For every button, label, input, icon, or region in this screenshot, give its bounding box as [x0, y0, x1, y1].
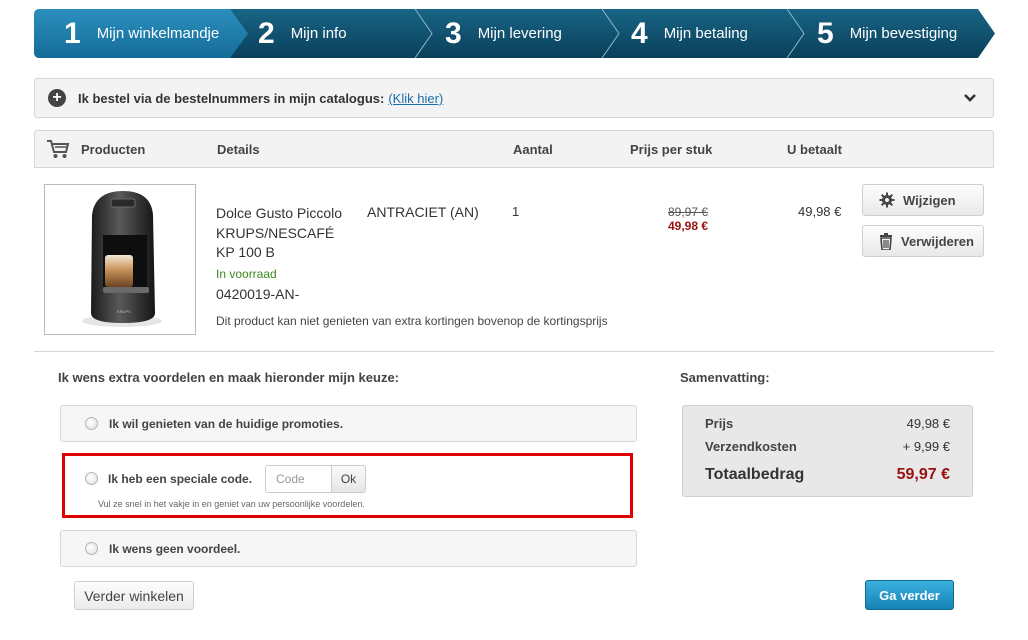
code-ok-button[interactable]: Ok [331, 465, 366, 493]
continue-shopping-button[interactable]: Verder winkelen [74, 581, 194, 610]
summary-total-value: 59,97 € [896, 466, 950, 483]
header-details: Details [217, 142, 260, 157]
header-unit-price: Prijs per stuk [630, 142, 713, 157]
cart-table-header: Producten Details Aantal Prijs per stuk … [34, 130, 994, 168]
product-name-line: KP 100 B [216, 244, 275, 260]
step-number: 1 [64, 16, 81, 50]
option-no-benefit[interactable]: Ik wens geen voordeel. [60, 530, 637, 567]
radio-special-code[interactable] [85, 472, 98, 485]
cart-product-row: KRUPS Dolce Gusto Piccolo KRUPS/NESCAFÉ … [34, 168, 994, 351]
summary-price-value: 49,98 € [906, 416, 950, 431]
summary-price-row: Prijs 49,98 € [705, 416, 950, 431]
product-name-line: KRUPS/NESCAFÉ [216, 224, 335, 241]
catalog-order-text: Ik bestel via de bestelnummers in mijn c… [78, 90, 385, 106]
step-cart[interactable]: 1 Mijn winkelmandje [64, 9, 219, 58]
gear-icon [879, 192, 895, 208]
header-products: Producten [81, 142, 146, 157]
summary-shipping-value: + 9,99 € [902, 439, 950, 454]
step-number: 5 [817, 16, 834, 50]
special-code-label: Ik heb een speciale code. [108, 472, 253, 486]
product-quantity: 1 [512, 204, 520, 219]
order-summary: Prijs 49,98 € Verzendkosten + 9,99 € Tot… [682, 405, 973, 497]
option-promotions[interactable]: Ik wil genieten van de huidige promoties… [60, 405, 637, 442]
old-price: 89,97 € [668, 205, 709, 219]
step-label: Mijn info [290, 25, 347, 42]
product-name-line: Dolce Gusto Piccolo [216, 205, 343, 221]
step-label: Mijn winkelmandje [96, 25, 220, 42]
edit-button-label: Wijzigen [903, 192, 956, 208]
step-number: 3 [445, 16, 462, 50]
summary-total-row: Totaalbedrag 59,97 € [705, 466, 950, 484]
header-quantity: Aantal [513, 142, 553, 157]
radio-no-benefit[interactable] [85, 542, 98, 555]
catalog-order-bar[interactable]: + Ik bestel via de bestelnummers in mijn… [34, 78, 994, 118]
stock-status: In voorraad [216, 267, 277, 281]
section-divider [34, 351, 994, 352]
step-number: 4 [631, 16, 648, 50]
code-input[interactable] [265, 465, 331, 493]
step-payment[interactable]: 4 Mijn betaling [631, 9, 748, 58]
product-image[interactable]: KRUPS [44, 184, 196, 335]
next-button[interactable]: Ga verder [865, 580, 954, 610]
remove-button-label: Verwijderen [901, 233, 974, 249]
product-color: ANTRACIET (AN) [367, 204, 479, 220]
radio-promotions[interactable] [85, 417, 98, 430]
step-delivery[interactable]: 3 Mijn levering [445, 9, 562, 58]
line-total: 49,98 € [798, 204, 842, 219]
plus-circle-icon: + [48, 89, 66, 107]
summary-price-label: Prijs [705, 416, 734, 431]
catalog-click-here-link[interactable]: (Klik hier) [388, 91, 443, 106]
step-label: Mijn levering [477, 25, 562, 42]
summary-shipping-label: Verzendkosten [705, 439, 797, 454]
discount-price: 49,98 € [668, 219, 709, 233]
special-code-option: Ik heb een speciale code. Ok Vul ze snel… [62, 453, 633, 518]
cart-icon [47, 140, 70, 158]
discount-note: Dit product kan niet genieten van extra … [216, 314, 608, 328]
option-no-benefit-label: Ik wens geen voordeel. [109, 542, 241, 556]
step-confirmation[interactable]: 5 Mijn bevestiging [817, 9, 957, 58]
step-label: Mijn betaling [663, 25, 748, 42]
code-hint: Vul ze snel in het vakje in en geniet va… [98, 499, 365, 509]
summary-shipping-row: Verzendkosten + 9,99 € [705, 439, 950, 454]
summary-title: Samenvatting: [680, 370, 770, 385]
step-label: Mijn bevestiging [849, 25, 958, 42]
product-name: Dolce Gusto Piccolo KRUPS/NESCAFÉ KP 100… [216, 204, 342, 263]
chevron-down-icon[interactable] [963, 91, 977, 105]
step-number: 2 [258, 16, 275, 50]
option-promotions-label: Ik wil genieten van de huidige promoties… [109, 417, 344, 431]
remove-button[interactable]: Verwijderen [862, 225, 984, 257]
edit-button[interactable]: Wijzigen [862, 184, 984, 216]
summary-total-label: Totaalbedrag [705, 466, 805, 483]
benefits-title: Ik wens extra voordelen en maak hieronde… [58, 370, 400, 385]
trash-icon [880, 232, 892, 250]
svg-text:KRUPS: KRUPS [117, 309, 131, 314]
coffee-machine-image: KRUPS [82, 191, 162, 327]
product-sku: 0420019-AN- [216, 286, 300, 302]
checkout-steps: 1 Mijn winkelmandje 2 Mijn info 3 Mijn l… [34, 9, 995, 58]
header-you-pay: U betaalt [787, 142, 842, 157]
step-info[interactable]: 2 Mijn info [258, 9, 347, 58]
